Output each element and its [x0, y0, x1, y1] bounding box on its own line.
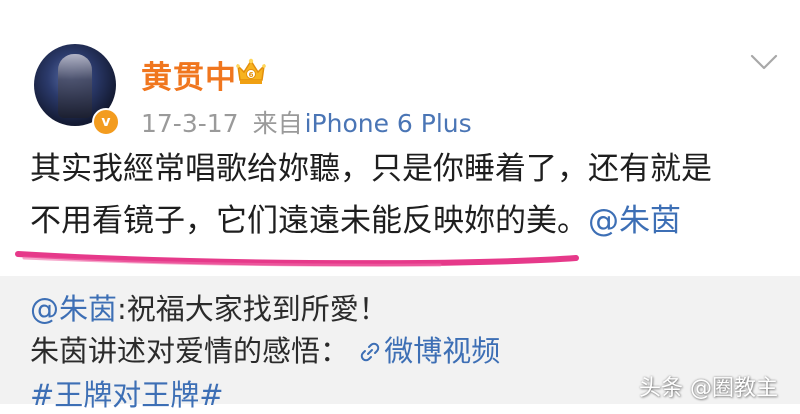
- watermark: 头条 @圈教主: [639, 376, 778, 401]
- avatar-photo: [58, 54, 92, 118]
- chevron-down-icon[interactable]: [748, 50, 780, 74]
- repost-line-3: #王牌对王牌#: [30, 372, 224, 414]
- source-prefix: 来自: [252, 109, 303, 138]
- verified-badge: v: [92, 108, 120, 136]
- post-meta: 17-3-17 来自iPhone 6 Plus: [141, 104, 472, 140]
- post-body: 其实我經常唱歌给妳聽，只是你睡着了，还有就是 不用看镜子，它们遠遠未能反映妳的美…: [30, 143, 770, 247]
- post-text-line-2-body: 不用看镜子，它们遠遠未能反映妳的美。: [30, 203, 588, 239]
- mention-link[interactable]: @朱茵: [588, 203, 681, 239]
- author-name[interactable]: 黄贯中: [141, 52, 237, 97]
- crown-icon[interactable]: 6: [235, 56, 267, 86]
- hashtag-link[interactable]: #王牌对王牌#: [30, 378, 224, 412]
- svg-text:6: 6: [249, 71, 254, 79]
- post-text-line-2: 不用看镜子，它们遠遠未能反映妳的美。@朱茵: [30, 195, 770, 247]
- source-device-link[interactable]: iPhone 6 Plus: [305, 109, 472, 138]
- repost-text-1: :祝福大家找到所愛！: [117, 292, 388, 326]
- repost-line-1: @朱茵:祝福大家找到所愛！: [30, 286, 388, 328]
- repost-mention-link[interactable]: @朱茵: [30, 292, 117, 326]
- video-link[interactable]: 微博视频: [358, 334, 500, 368]
- repost-line-2: 朱茵讲述对爱情的感悟： 微博视频: [30, 328, 500, 370]
- post-time: 17-3-17: [141, 109, 239, 138]
- link-icon: [361, 342, 380, 362]
- repost-text-2: 朱茵讲述对爱情的感悟：: [30, 334, 350, 368]
- weibo-post-card: v 黄贯中 6 17-3-17 来自iPhone 6 Plus 其实我經常唱歌给妳…: [0, 0, 800, 296]
- post-text-line-1: 其实我經常唱歌给妳聽，只是你睡着了，还有就是: [30, 151, 712, 187]
- video-link-label: 微博视频: [384, 334, 501, 368]
